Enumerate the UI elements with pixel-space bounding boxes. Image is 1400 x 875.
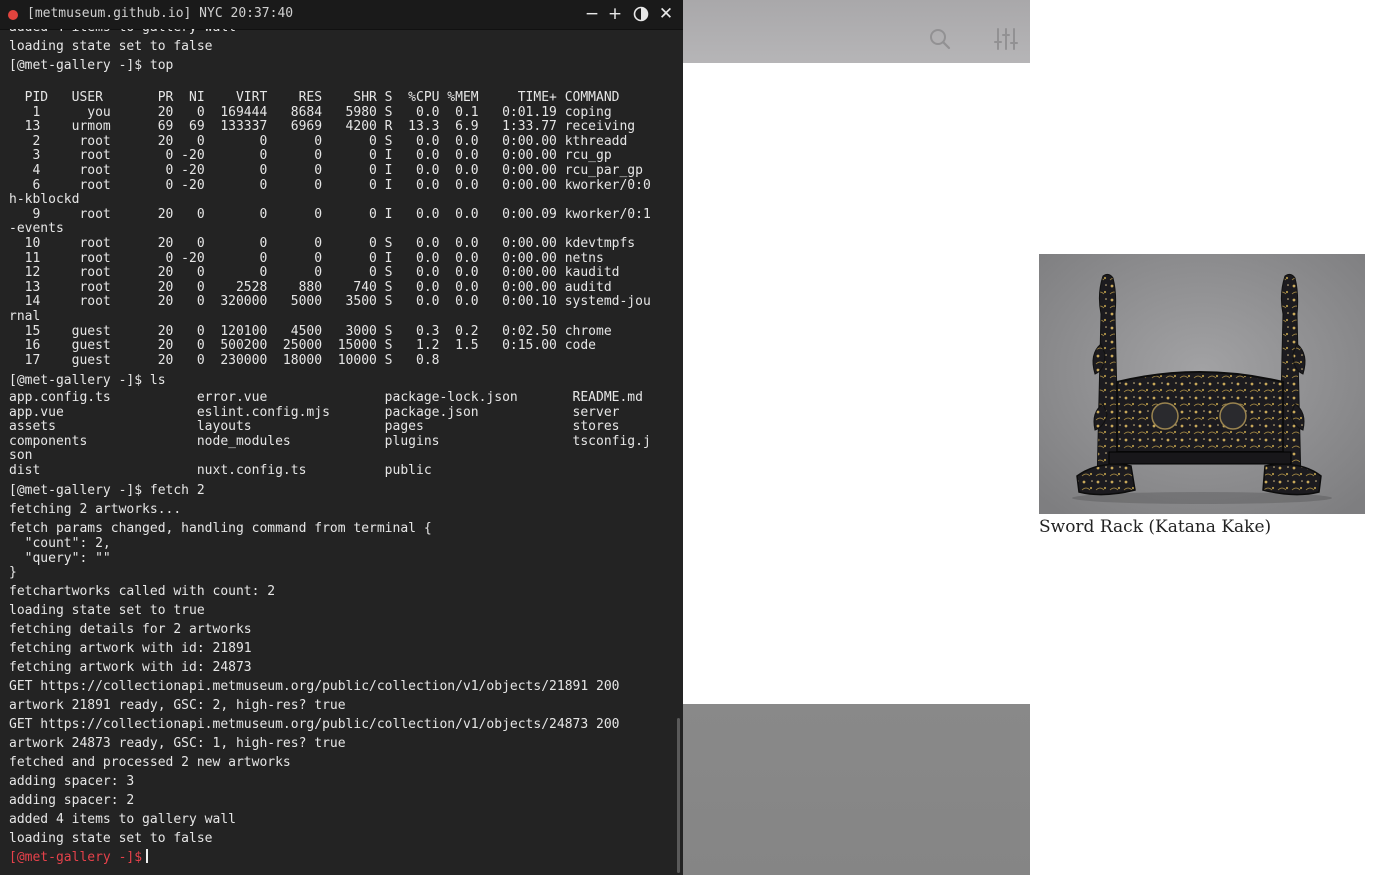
terminal-titlebar[interactable]: [metmuseum.github.io] NYC 20:37:40 − + ✕ <box>0 0 683 30</box>
fetch-command-output: [@met-gallery -]$ fetch 2 fetching 2 art… <box>9 483 432 536</box>
contrast-toggle-icon[interactable] <box>633 6 649 22</box>
sliders-icon <box>994 28 1018 50</box>
terminal-history-top: added 4 items to gallery wall loading st… <box>9 29 236 73</box>
gallery-wall[interactable]: Sword Rack (Katana Kake) <box>683 0 1400 875</box>
file-listing: app.config.ts error.vue package-lock.jso… <box>9 390 651 478</box>
maximize-button[interactable]: + <box>606 3 624 25</box>
terminal-title: [metmuseum.github.io] NYC 20:37:40 <box>27 6 294 21</box>
terminal-output[interactable]: added 4 items to gallery wall loading st… <box>0 29 676 875</box>
fetch-params-json: "count": 2, "query": "" } <box>9 536 111 581</box>
terminal-window[interactable]: [metmuseum.github.io] NYC 20:37:40 − + ✕… <box>0 0 683 875</box>
minimize-button[interactable]: − <box>583 3 601 25</box>
command-prompt[interactable]: [@met-gallery -]$ <box>9 848 149 867</box>
desktop: [metmuseum.github.io] NYC 20:37:40 − + ✕… <box>0 0 1400 875</box>
artwork-card[interactable]: Sword Rack (Katana Kake) <box>1039 254 1365 537</box>
status-dot-icon <box>8 10 18 20</box>
ls-command-line: [@met-gallery -]$ ls <box>9 373 166 388</box>
contrast-icon <box>633 6 649 22</box>
fetch-log: fetchartworks called with count: 2 loadi… <box>9 584 620 846</box>
process-table: PID USER PR NI VIRT RES SHR S %CPU %MEM … <box>9 90 651 368</box>
search-icon <box>930 29 951 50</box>
artwork-title[interactable]: Sword Rack (Katana Kake) <box>1039 517 1365 537</box>
close-button[interactable]: ✕ <box>657 3 675 25</box>
prompt-label: [@met-gallery -]$ <box>9 850 143 865</box>
filter-button[interactable] <box>993 27 1019 51</box>
artwork-image[interactable] <box>1039 254 1365 514</box>
artwork-tile-top[interactable] <box>683 0 1030 63</box>
terminal-scrollbar[interactable] <box>677 718 680 873</box>
text-cursor <box>146 849 149 863</box>
search-button[interactable] <box>928 27 952 51</box>
artwork-tile-bottom[interactable] <box>683 704 1030 875</box>
